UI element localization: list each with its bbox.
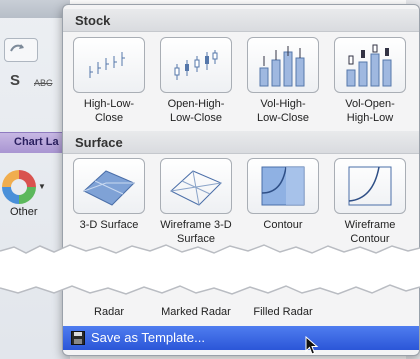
surface-3d-icon [83, 170, 135, 206]
save-as-template-label: Save as Template... [91, 330, 205, 345]
chart-option-label: Wireframe 3-D Surface [160, 219, 232, 245]
chart-option-label: Marked Radar [161, 306, 231, 318]
thumbnail [334, 37, 406, 93]
thumbnail [334, 158, 406, 214]
chart-layout-tab[interactable]: Chart La [0, 132, 70, 153]
chart-option-label: 3-D Surface [79, 219, 139, 231]
thumbnail [247, 158, 319, 214]
chart-option-label: Filled Radar [253, 306, 313, 318]
chart-layout-tab-label: Chart La [14, 136, 59, 148]
section-header-surface: Surface [63, 131, 419, 154]
mouse-cursor-icon [305, 336, 319, 355]
volume-stock-icon [259, 46, 305, 87]
thumbnail [160, 158, 232, 214]
chart-option-label: Contour [263, 219, 303, 231]
strikethrough-button[interactable]: ABC [34, 78, 53, 88]
undo-button[interactable] [4, 38, 38, 62]
high-low-close-icon [89, 52, 125, 78]
chart-option-label: Wireframe Contour [344, 219, 396, 245]
volume-candlestick-icon [346, 44, 392, 87]
section-header-stock: Stock [63, 9, 419, 32]
torn-edge-graphic [0, 244, 420, 295]
chart-gallery-popup: Stock High-Low- Close Open-High- Low-Clo… [62, 4, 420, 356]
chart-option-label: Vol-High- Low-Close [257, 98, 309, 124]
chevron-down-icon[interactable]: ▼ [38, 182, 46, 191]
wireframe-surface-icon [170, 170, 222, 206]
thumbnail [160, 37, 232, 93]
floppy-disk-icon [71, 331, 85, 345]
section-title: Surface [75, 135, 123, 150]
thumbnail [73, 158, 145, 214]
redo-icon [10, 44, 24, 52]
save-as-template-item[interactable]: Save as Template... [63, 326, 419, 350]
chart-option-label: High-Low- Close [83, 98, 135, 124]
ribbon-top-strip [0, 0, 70, 18]
other-chart-icon[interactable] [2, 170, 36, 204]
contour-icon [261, 166, 305, 206]
thumbnail [247, 37, 319, 93]
chart-option-label: Radar [94, 306, 124, 318]
other-chart-label: Other [10, 206, 38, 218]
wireframe-contour-icon [348, 166, 392, 206]
section-title: Stock [75, 13, 111, 28]
thumbnail [73, 37, 145, 93]
chart-option-label: Open-High- Low-Close [167, 98, 225, 124]
style-s-label[interactable]: S [10, 72, 20, 89]
chart-option-label: Vol-Open- High-Low [345, 98, 395, 124]
candlestick-icon [174, 50, 218, 80]
